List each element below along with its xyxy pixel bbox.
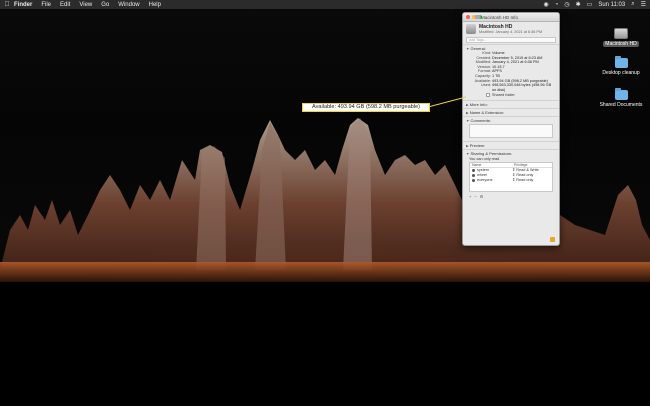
available-space-callout: Available: 493.94 GB (598.2 MB purgeable…: [302, 103, 430, 112]
column-name-header: Name: [472, 163, 482, 168]
menu-go[interactable]: Go: [101, 2, 109, 8]
comments-field[interactable]: [469, 124, 553, 139]
hard-drive-icon: [466, 24, 476, 34]
menu-help[interactable]: Help: [149, 2, 161, 8]
sharing-permissions-section: ▼Sharing & Permissions: You can only rea…: [463, 149, 559, 201]
desktop-icon-desktop-cleanup[interactable]: Desktop cleanup: [596, 56, 646, 76]
callout-pointer: [428, 96, 467, 108]
lock-icon[interactable]: [550, 237, 555, 242]
menu-clock[interactable]: Sun 11:03: [598, 2, 625, 8]
name-extension-section[interactable]: ▶Name & Extension:: [463, 108, 559, 116]
more-info-section[interactable]: ▶More Info:: [463, 100, 559, 108]
desktop-icon-label: Macintosh HD: [603, 41, 639, 47]
window-titlebar[interactable]: Macintosh HD Info: [463, 13, 559, 22]
privilege-select[interactable]: ⇕ Read only: [512, 178, 552, 183]
volume-icon[interactable]: ◉: [543, 1, 548, 8]
menu-window[interactable]: Window: [118, 2, 139, 8]
add-permission-button[interactable]: +: [469, 194, 471, 199]
control-center-icon[interactable]: ☰: [641, 1, 646, 8]
menu-bar:  Finder File Edit View Go Window Help ◉…: [0, 0, 650, 9]
desktop-icon-macintosh-hd[interactable]: Macintosh HD: [596, 28, 646, 47]
comments-disclosure[interactable]: ▼Comments:: [466, 118, 556, 123]
disclosure-closed-icon: ▶: [466, 111, 469, 116]
shared-folder-label: Shared folder: [492, 93, 515, 98]
get-info-window[interactable]: Macintosh HD Info Macintosh HD Modified:…: [462, 12, 560, 246]
info-header: Macintosh HD Modified: January 4, 2021 a…: [463, 22, 559, 36]
comments-section: ▼Comments:: [463, 116, 559, 141]
general-section: ▼General: Kind: Volume Created: December 5…: [463, 44, 559, 100]
close-button[interactable]: [466, 15, 470, 19]
battery-icon[interactable]: ▭: [587, 1, 593, 8]
info-row-used: Used: 498,563,330,048 bytes (498.56 GB on…: [481, 83, 552, 92]
hard-drive-icon: [475, 15, 480, 19]
window-title: Macintosh HD Info: [481, 15, 519, 20]
desktop-icon-label: Desktop cleanup: [602, 70, 640, 76]
desktop-icon-shared-documents[interactable]: Shared Documents: [596, 88, 646, 108]
hard-drive-icon: [614, 28, 628, 39]
permissions-toolbar: + − ⚙: [469, 193, 553, 199]
folder-icon: [614, 88, 628, 100]
search-icon[interactable]: ⌕: [631, 1, 634, 8]
menu-edit[interactable]: Edit: [60, 2, 70, 8]
tags-input[interactable]: Add Tags...: [466, 37, 556, 43]
time-machine-icon[interactable]: ◷: [564, 1, 569, 8]
permission-row[interactable]: everyone ⇕ Read only: [470, 178, 552, 183]
folder-icon: [614, 56, 628, 68]
user-icon: [472, 169, 475, 173]
column-privilege-header: Privilege: [514, 163, 528, 168]
wifi-icon[interactable]: ◔: [555, 2, 559, 8]
apple-menu-icon[interactable]: : [0, 1, 14, 8]
shared-folder-option[interactable]: Shared folder: [466, 93, 556, 98]
disclosure-closed-icon: ▶: [466, 144, 469, 149]
remove-permission-button[interactable]: −: [474, 194, 476, 199]
group-icon: [472, 179, 475, 183]
menu-extras: ◉ ◔ ◷ ✱ ▭ Sun 11:03 ⌕ ☰: [543, 0, 646, 9]
permissions-table: Name Privilege system ⇕ Read & Write whe…: [469, 162, 553, 193]
item-modified: Modified: January 4, 2021 at 6:36 PM: [479, 30, 543, 34]
menu-file[interactable]: File: [41, 2, 51, 8]
bluetooth-icon[interactable]: ✱: [576, 1, 581, 8]
action-menu-icon[interactable]: ⚙: [480, 194, 484, 199]
disclosure-open-icon: ▼: [466, 119, 470, 124]
shared-folder-checkbox[interactable]: [486, 93, 490, 98]
preview-section[interactable]: ▶Preview:: [463, 141, 559, 149]
group-icon: [472, 174, 475, 178]
desktop-icon-label: Shared Documents: [599, 102, 643, 108]
disclosure-open-icon: ▼: [466, 152, 470, 157]
menu-finder[interactable]: Finder: [14, 2, 32, 8]
menu-view[interactable]: View: [79, 2, 92, 8]
